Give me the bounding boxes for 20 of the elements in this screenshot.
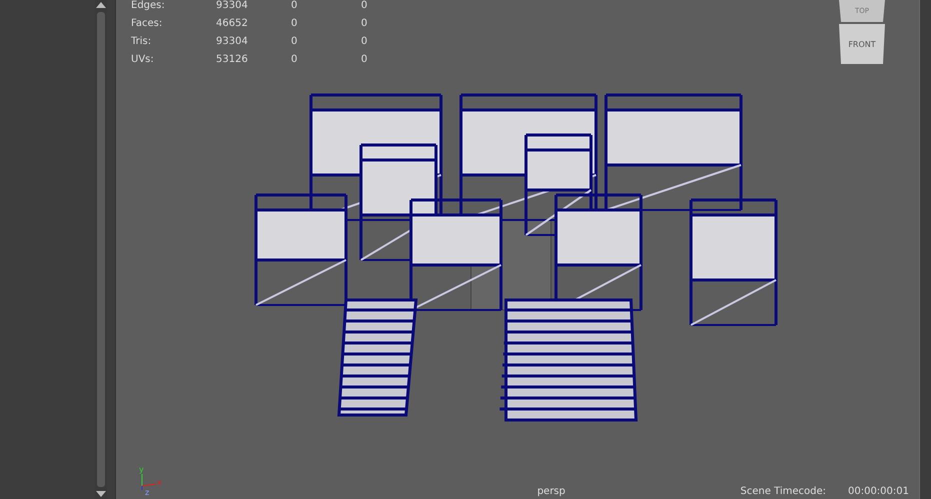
timecode-label: Scene Timecode: <box>740 486 826 497</box>
stat-value: 93304 <box>216 36 249 47</box>
stat-value: 0 <box>291 54 298 65</box>
stat-value: 0 <box>361 54 368 65</box>
timecode-value: 00:00:00:01 <box>848 486 909 497</box>
stat-value: 0 <box>361 0 368 11</box>
stat-value: 0 <box>291 36 298 47</box>
stat-value: 53126 <box>216 54 249 65</box>
stat-value: 0 <box>291 18 298 29</box>
scrollbar[interactable] <box>95 0 107 499</box>
stat-value: 93304 <box>216 0 249 11</box>
stat-label: Edges: <box>131 0 166 11</box>
stat-value: 46652 <box>216 18 249 29</box>
stat-value: 0 <box>361 18 368 29</box>
stat-label: Faces: <box>131 18 164 29</box>
stat-value: 0 <box>361 36 368 47</box>
stat-label: Tris: <box>131 36 152 47</box>
stat-label: UVs: <box>131 54 155 65</box>
camera-name: persp <box>537 486 566 497</box>
stat-value: 0 <box>291 0 298 11</box>
